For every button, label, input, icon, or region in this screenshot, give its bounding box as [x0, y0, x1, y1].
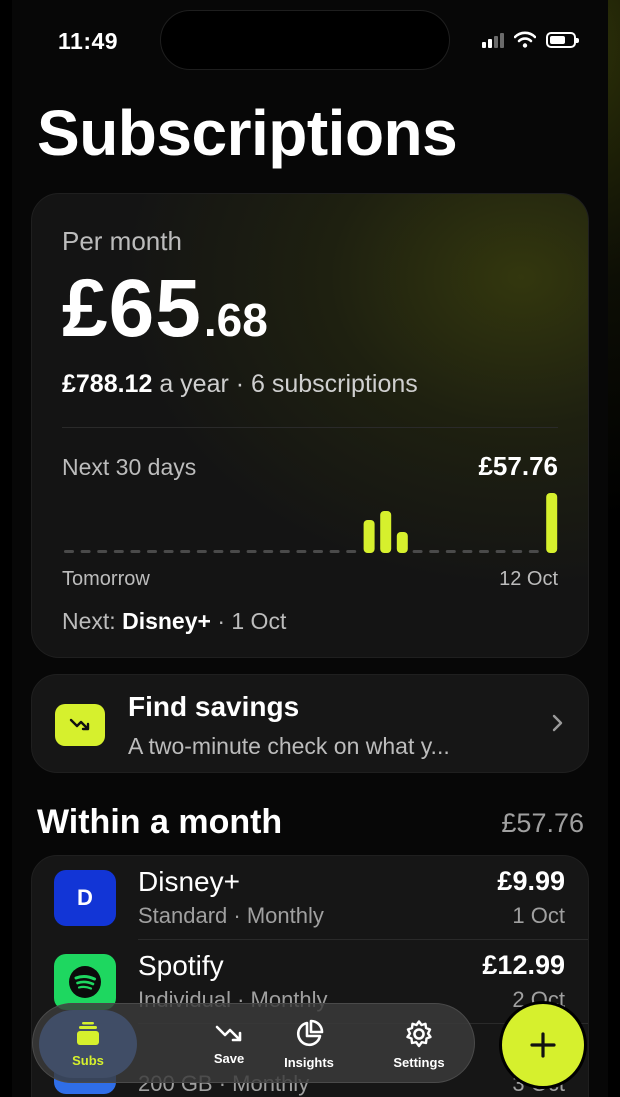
monthly-amount: £65.68: [62, 262, 268, 356]
tab-bar: Subs Save Insights Settings: [32, 1003, 475, 1083]
phone-screen: 11:49 Subscriptions Per month £65.68 £78…: [0, 0, 620, 1097]
subscription-plan: Standard · Monthly: [138, 903, 324, 928]
monthly-amount-decimal: .68: [203, 294, 268, 346]
next-payment: Next: Disney+ · 1 Oct: [62, 608, 286, 635]
subscription-row-disney[interactable]: D Disney+ Standard · Monthly £9.99 1 Oct: [32, 856, 588, 940]
next-payment-date: · 1 Oct: [210, 608, 287, 634]
chart-baseline-dash: [346, 550, 357, 553]
gear-icon: [406, 1019, 432, 1047]
spotify-icon: [69, 966, 101, 998]
chart-baseline-dash: [246, 550, 257, 553]
chart-baseline-dash: [64, 550, 74, 553]
chart-baseline-dash: [296, 550, 307, 553]
tab-insights[interactable]: Insights: [259, 1004, 359, 1084]
chart-baseline-dash: [113, 550, 124, 553]
trend-down-icon: [215, 1025, 242, 1041]
chart-baseline-dash: [263, 550, 274, 553]
chart-baseline-dash: [495, 550, 506, 553]
yearly-suffix: a year · 6 subscriptions: [152, 370, 418, 398]
tab-settings[interactable]: Settings: [369, 1004, 469, 1084]
find-savings-subtitle: A two-minute check on what y...: [128, 733, 450, 759]
status-time: 11:49: [58, 28, 119, 54]
chart-baseline-dash: [279, 550, 290, 553]
chart-baseline-dash: [180, 550, 191, 553]
next-30-days-amount: £57.76: [478, 451, 558, 481]
payment-bar: [396, 532, 408, 553]
chart-baseline-dash: [213, 550, 224, 553]
subs-icon: [77, 1021, 99, 1045]
section-total: £57.76: [501, 808, 584, 838]
dynamic-island: [160, 10, 450, 70]
chart-start-label: Tomorrow: [62, 568, 150, 590]
find-savings-card[interactable]: Find savings A two-minute check on what …: [31, 674, 589, 773]
tab-label: Insights: [284, 1054, 334, 1070]
payment-bar: [363, 520, 375, 553]
chart-baseline-dash: [230, 550, 240, 553]
payment-bar: [546, 493, 558, 553]
chart-baseline-dash: [528, 550, 539, 553]
wifi-icon: [514, 31, 536, 48]
divider: [62, 427, 558, 428]
chart-baseline-dash: [429, 550, 440, 553]
monthly-amount-main: £65: [62, 263, 202, 354]
subscription-price: £12.99: [482, 950, 565, 980]
chart-baseline-dash: [479, 550, 489, 553]
subscription-date: 1 Oct: [512, 903, 565, 928]
chart-baseline-dash: [80, 550, 91, 553]
pie-chart-icon: [296, 1019, 324, 1046]
battery-icon: [546, 31, 579, 48]
upcoming-payments-chart: [64, 493, 558, 553]
page-title: Subscriptions: [37, 97, 458, 169]
chart-baseline-dash: [412, 550, 423, 553]
subscription-price: £9.99: [497, 866, 565, 896]
chart-baseline-dash: [512, 550, 523, 553]
signal-icon: [482, 32, 504, 48]
tab-label: Subs: [72, 1052, 104, 1068]
chart-baseline-dash: [97, 550, 108, 553]
plus-icon: [530, 1032, 556, 1058]
subscription-name: Disney+: [138, 866, 240, 897]
chart-baseline-dash: [313, 550, 323, 553]
chart-baseline-dash: [462, 550, 473, 553]
yearly-amount: £788.12: [62, 370, 153, 398]
trend-down-icon: [55, 704, 105, 746]
next-payment-name: Disney+: [122, 608, 211, 634]
subscription-name: Spotify: [138, 950, 224, 981]
status-icons: [482, 31, 579, 48]
tab-label: Settings: [393, 1054, 445, 1070]
add-subscription-button[interactable]: [502, 1004, 584, 1086]
next-prefix: Next:: [62, 608, 123, 634]
tab-label: Save: [213, 1050, 245, 1066]
section-title: Within a month: [37, 803, 283, 841]
disney-logo: D: [54, 870, 116, 926]
chart-baseline-dash: [196, 550, 207, 553]
next-30-days-label: Next 30 days: [62, 454, 197, 480]
chart-baseline-dash: [329, 550, 340, 553]
tab-subs[interactable]: Subs: [39, 1010, 137, 1078]
spotify-logo: [54, 954, 116, 1010]
chart-baseline-dash: [147, 550, 157, 553]
chart-end-label: 12 Oct: [499, 568, 558, 590]
chart-baseline-dash: [445, 550, 456, 553]
chevron-right-icon: [552, 714, 563, 732]
per-month-label: Per month: [62, 226, 182, 256]
summary-card[interactable]: Per month £65.68 £788.12 a year · 6 subs…: [31, 193, 589, 658]
chart-baseline-dash: [130, 550, 141, 553]
yearly-summary: £788.12 a year · 6 subscriptions: [62, 370, 418, 399]
payment-bar: [380, 511, 392, 553]
chart-baseline-dash: [163, 550, 174, 553]
find-savings-title: Find savings: [128, 691, 300, 722]
